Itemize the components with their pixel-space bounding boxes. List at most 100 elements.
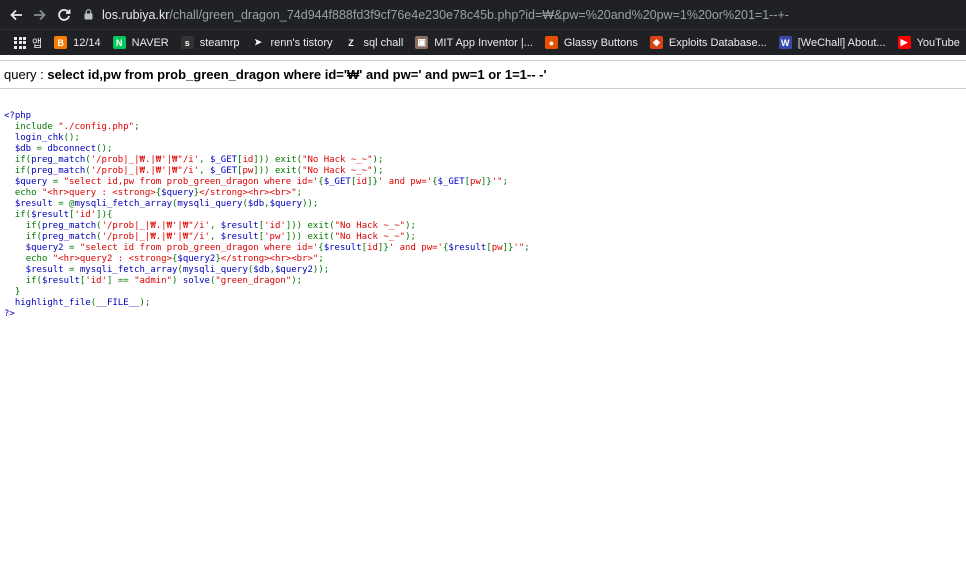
code-token: "No Hack ~_~" <box>334 232 406 242</box>
code-token: $db <box>4 144 37 154</box>
bookmark-label: Glassy Buttons <box>563 36 638 49</box>
code-token: if( <box>25 232 42 242</box>
code-line: if(preg_match('/prob|_|₩.|₩'|₩"/i', $res… <box>4 221 530 232</box>
mit-icon: ▣ <box>415 36 429 49</box>
code-token: ' and pw=' <box>388 243 443 253</box>
bookmark-wechall[interactable]: W [WeChall] About... <box>773 30 892 55</box>
code-token: mysqli_fetch_array <box>79 265 178 275</box>
code-token: mysqli_query <box>182 265 248 275</box>
bookmark-glassy[interactable]: ● Glassy Buttons <box>539 30 644 55</box>
code-token: "<hr>query : <strong> <box>41 188 156 198</box>
exploitdb-icon: ◆ <box>649 36 663 49</box>
code-token: "No Hack ~_~" <box>334 221 406 231</box>
bookmark-steam[interactable]: s steamrp <box>175 30 246 55</box>
bookmark-youtube[interactable]: ▶ YouTube <box>892 30 966 55</box>
glassy-icon: ● <box>544 36 558 49</box>
code-line: ?> <box>4 309 530 320</box>
code-token: '/prob|_|₩.|₩'|₩"/i' <box>90 155 200 165</box>
url-path: /chall/green_dragon_74d944f888fd3f9cf76e… <box>169 7 789 22</box>
apps-grid-icon <box>14 36 26 49</box>
code-token: = <box>52 177 64 187</box>
code-token: ]} <box>480 177 492 187</box>
code-token: ]} <box>367 177 378 187</box>
php-source-code: <?php include "./config.php"; login_chk(… <box>4 111 530 320</box>
code-token: ])) exit( <box>285 232 335 242</box>
code-token: __FILE__ <box>96 298 140 308</box>
code-token: $result <box>220 232 259 242</box>
code-token: "No Hack ~_~" <box>302 155 373 165</box>
code-token: $_GET <box>323 177 351 187</box>
divider <box>0 88 966 89</box>
address-bar[interactable]: los.rubiya.kr/chall/green_dragon_74d944f… <box>82 3 962 27</box>
code-token: $query <box>269 199 303 209</box>
code-token: $result <box>323 243 362 253</box>
code-line: $result = @mysqli_fetch_array(mysqli_que… <box>4 199 530 210</box>
browser-toolbar: los.rubiya.kr/chall/green_dragon_74d944f… <box>0 0 966 29</box>
code-token: ]} <box>377 243 389 253</box>
code-token: pw <box>491 243 503 253</box>
bookmark-blogger[interactable]: B 12/14 <box>48 30 107 55</box>
code-token: $_GET <box>209 155 238 165</box>
code-token: , <box>199 155 210 165</box>
code-line: } <box>4 287 530 298</box>
code-token: preg_match <box>31 166 86 176</box>
code-token: if( <box>14 166 32 176</box>
code-token: preg_match <box>41 232 97 242</box>
code-token: ]){ <box>96 210 113 220</box>
bookmark-pointer[interactable]: ➤ renn's tistory <box>246 30 339 55</box>
code-token: "No Hack ~_~" <box>302 166 373 176</box>
code-token: '" <box>513 243 525 253</box>
code-token: id <box>242 155 254 165</box>
code-token: id <box>356 177 368 187</box>
code-token: ; <box>524 243 530 253</box>
code-token: ' and pw=' <box>377 177 433 187</box>
reload-icon[interactable] <box>52 3 76 27</box>
code-token: $query2 <box>4 243 70 253</box>
code-token: if( <box>25 276 42 286</box>
code-token: login_chk <box>4 133 64 143</box>
bookmark-apps-grid[interactable]: 앱 <box>0 30 48 55</box>
code-token: 'pw' <box>264 232 286 242</box>
code-line: $db = dbconnect(); <box>4 144 530 155</box>
code-token: )); <box>302 199 319 209</box>
query-output: query : select id,pw from prob_green_dra… <box>4 67 547 82</box>
bookmark-z[interactable]: Zsql chall <box>339 30 410 55</box>
code-token: ); <box>372 155 384 165</box>
code-token: (); <box>96 144 113 154</box>
code-token: $result <box>4 199 59 209</box>
back-arrow-icon[interactable] <box>4 3 28 27</box>
bookmark-naver[interactable]: N NAVER <box>107 30 175 55</box>
code-token: id <box>367 243 378 253</box>
forward-arrow-icon[interactable] <box>28 3 52 27</box>
bookmark-label: [WeChall] About... <box>797 36 886 49</box>
bookmark-mit[interactable]: ▣ MIT App Inventor |... <box>409 30 539 55</box>
code-token: mysqli_fetch_array <box>74 199 172 209</box>
code-token: $_GET <box>437 177 465 187</box>
code-token: highlight_file <box>14 298 91 308</box>
code-token: "green_dragon" <box>215 276 292 286</box>
code-token: $query <box>161 188 194 198</box>
naver-icon: N <box>112 36 126 49</box>
code-token: = <box>69 265 80 275</box>
code-token: ; <box>502 177 508 187</box>
code-token: )); <box>312 265 330 275</box>
code-token: </strong><hr><br>" <box>199 188 297 198</box>
code-token: "select id from prob_green_dragon where … <box>79 243 319 253</box>
code-line: $query2 = "select id from prob_green_dra… <box>4 243 530 254</box>
lock-icon[interactable] <box>82 9 94 20</box>
code-token: preg_match <box>41 221 97 231</box>
code-token: </strong><hr><br>" <box>220 254 319 264</box>
bookmark-exploitdb[interactable]: ◆ Exploits Database... <box>644 30 773 55</box>
code-token: "admin" <box>134 276 173 286</box>
blogger-icon: B <box>54 36 68 49</box>
code-token: ])) exit( <box>253 166 303 176</box>
code-token: '/prob|_|₩.|₩'|₩"/i' <box>101 232 210 242</box>
code-token: echo <box>14 188 42 198</box>
code-token: solve <box>182 276 210 286</box>
code-line: if(preg_match('/prob|_|₩.|₩'|₩"/i', $res… <box>4 232 530 243</box>
code-token: ; <box>296 188 303 198</box>
code-token: "./config.php" <box>58 122 135 132</box>
